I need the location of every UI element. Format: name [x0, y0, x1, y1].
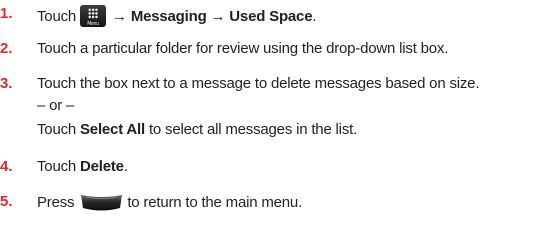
- step-lead: Touch: [37, 8, 77, 25]
- menu-icon: Menu: [80, 5, 107, 27]
- step-text: Touch a particular folder for review usi…: [37, 40, 449, 57]
- step-text: Press to return to the main menu.: [37, 193, 302, 212]
- menu-icon-label: Menu: [87, 21, 99, 27]
- step-number: 5.: [0, 193, 13, 210]
- step-text: Touch Delete.: [37, 158, 128, 176]
- step-number: 2.: [0, 40, 13, 57]
- arrow: →: [112, 8, 127, 25]
- delete-label: Delete: [80, 158, 124, 175]
- step-end: .: [312, 8, 317, 25]
- step-3-alternative: Touch Select All to select all messages …: [37, 121, 357, 139]
- alt-rest: to select all messages in the list.: [144, 121, 358, 138]
- step-number: 3.: [0, 75, 13, 92]
- step-number: 1.: [0, 5, 13, 22]
- step-end: .: [123, 158, 128, 175]
- end-key-icon: [81, 195, 123, 211]
- step-lead: Press: [37, 194, 75, 211]
- step-text: Touch Menu → Messaging → Used Space.: [37, 5, 317, 27]
- or-separator: – or –: [37, 97, 75, 114]
- arrow: →: [210, 8, 226, 25]
- step-text: Touch the box next to a message to delet…: [37, 75, 480, 92]
- alt-lead: Touch: [37, 121, 80, 138]
- step-number: 4.: [0, 158, 13, 175]
- menu-item-messaging: Messaging: [130, 8, 207, 25]
- step-rest: to return to the main menu.: [127, 194, 303, 211]
- select-all-label: Select All: [80, 121, 145, 138]
- step-lead: Touch: [37, 158, 80, 175]
- menu-item-used-space: Used Space: [229, 8, 313, 25]
